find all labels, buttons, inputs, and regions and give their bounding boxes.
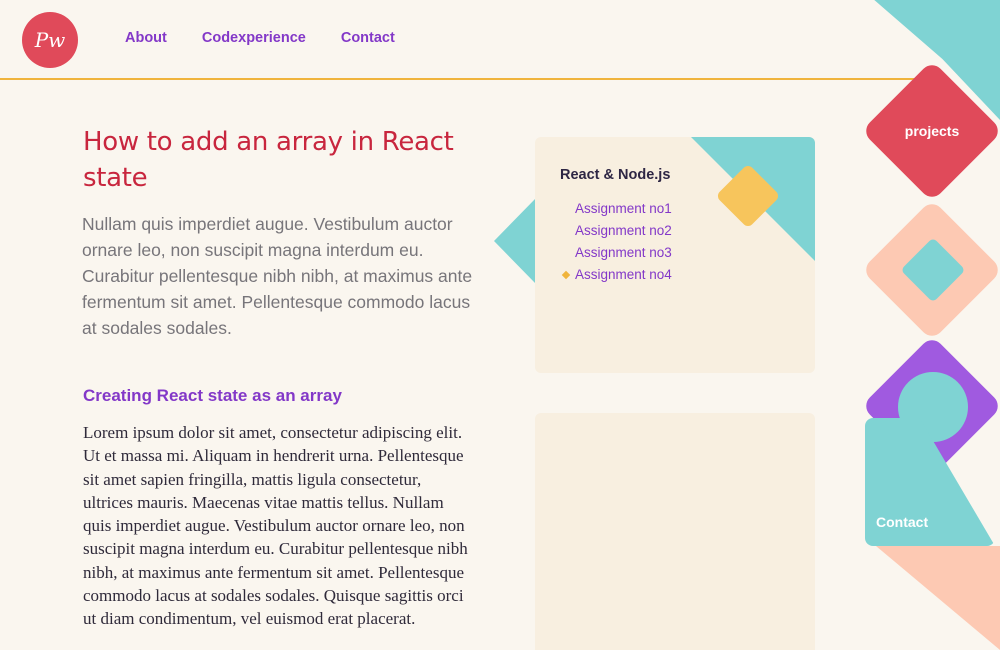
nav-codexperience[interactable]: Codexperience (202, 30, 306, 46)
contact-link[interactable]: Contact (876, 514, 928, 530)
card-title: React & Node.js (560, 167, 671, 183)
nav-about[interactable]: About (125, 30, 167, 46)
secondary-card (535, 413, 815, 650)
peach-bottom-decoration (876, 546, 1000, 650)
section-heading: Creating React state as an array (83, 386, 342, 405)
assignment-list: Assignment no1 Assignment no2 Assignment… (575, 198, 672, 286)
site-header: Pw About Codexperience Contact (0, 0, 920, 80)
nav-contact[interactable]: Contact (341, 30, 395, 46)
assignment-link-1[interactable]: Assignment no1 (575, 198, 672, 220)
page-title: How to add an array in React state (83, 127, 454, 193)
body-paragraph: Lorem ipsum dolor sit amet, consectetur … (83, 423, 468, 629)
logo[interactable]: Pw (22, 12, 78, 68)
teal-triangle-decoration (494, 198, 536, 284)
assignment-link-2[interactable]: Assignment no2 (575, 220, 672, 242)
projects-link[interactable]: projects (862, 123, 1000, 139)
lead-paragraph: Nullam quis imperdiet augue. Vestibulum … (82, 214, 473, 338)
main-nav: About Codexperience Contact (125, 30, 395, 46)
assignment-link-3[interactable]: Assignment no3 (575, 242, 672, 264)
assignment-link-4[interactable]: Assignment no4 (575, 264, 672, 286)
assignments-card: React & Node.js Assignment no1 Assignmen… (535, 137, 815, 373)
